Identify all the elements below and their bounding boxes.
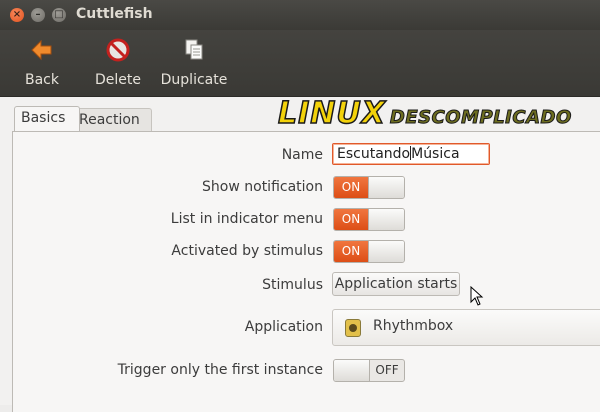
activated-by-stimulus-label: Activated by stimulus: [171, 243, 323, 259]
watermark-descomplicado: DESCOMPLICADO: [389, 107, 572, 129]
application-label: Application: [244, 319, 323, 335]
back-button[interactable]: Back: [18, 30, 66, 96]
tab-basics[interactable]: Basics: [14, 106, 80, 132]
mouse-pointer-icon: [470, 286, 484, 306]
duplicate-label: Duplicate: [160, 72, 228, 88]
delete-icon: [106, 38, 130, 62]
trigger-first-instance-toggle[interactable]: OFF: [333, 359, 405, 382]
toolbar: Back Delete Duplicate: [0, 30, 600, 97]
show-notification-label: Show notification: [202, 179, 323, 195]
trigger-first-instance-label: Trigger only the first instance: [117, 362, 323, 378]
toggle-knob: [334, 360, 370, 381]
stimulus-button[interactable]: Application starts: [332, 272, 460, 296]
activated-by-stimulus-toggle[interactable]: ON: [333, 240, 405, 263]
name-value-end: Música: [411, 146, 460, 162]
list-in-indicator-label: List in indicator menu: [170, 211, 323, 227]
delete-label: Delete: [95, 72, 141, 88]
application-chooser[interactable]: Rhythmbox: [332, 309, 600, 346]
main-content: Reaction Basics Name EscutandoMúsica Sho…: [0, 97, 600, 412]
duplicate-button[interactable]: Duplicate: [158, 30, 230, 96]
title-bar: × – □ Cuttlefish: [0, 0, 600, 30]
arrow-left-icon: [31, 39, 52, 61]
name-value-start: Escutando: [337, 146, 411, 162]
stimulus-label: Stimulus: [262, 277, 323, 293]
delete-button[interactable]: Delete: [92, 30, 144, 96]
application-name: Rhythmbox: [373, 318, 454, 334]
name-label: Name: [281, 147, 323, 163]
show-notification-toggle[interactable]: ON: [333, 176, 405, 199]
duplicate-icon: [185, 39, 203, 60]
maximize-window-button[interactable]: □: [52, 8, 66, 22]
list-in-indicator-toggle[interactable]: ON: [333, 208, 405, 231]
close-window-button[interactable]: ×: [10, 8, 24, 22]
toggle-knob: [368, 209, 404, 230]
toggle-knob: [368, 241, 404, 262]
toggle-state: ON: [334, 241, 368, 262]
name-input[interactable]: EscutandoMúsica: [332, 143, 490, 165]
window-title: Cuttlefish: [76, 6, 153, 22]
rhythmbox-icon: [345, 319, 361, 337]
back-label: Back: [25, 72, 59, 88]
toggle-knob: [368, 177, 404, 198]
toggle-state: ON: [334, 209, 368, 230]
toggle-state: OFF: [375, 363, 399, 377]
watermark-logo: LINUX DESCOMPLICADO: [277, 95, 572, 132]
watermark-linux: LINUX: [277, 95, 386, 132]
minimize-window-button[interactable]: –: [31, 8, 45, 22]
tab-reaction[interactable]: Reaction: [72, 108, 152, 131]
toggle-state: ON: [334, 177, 368, 198]
